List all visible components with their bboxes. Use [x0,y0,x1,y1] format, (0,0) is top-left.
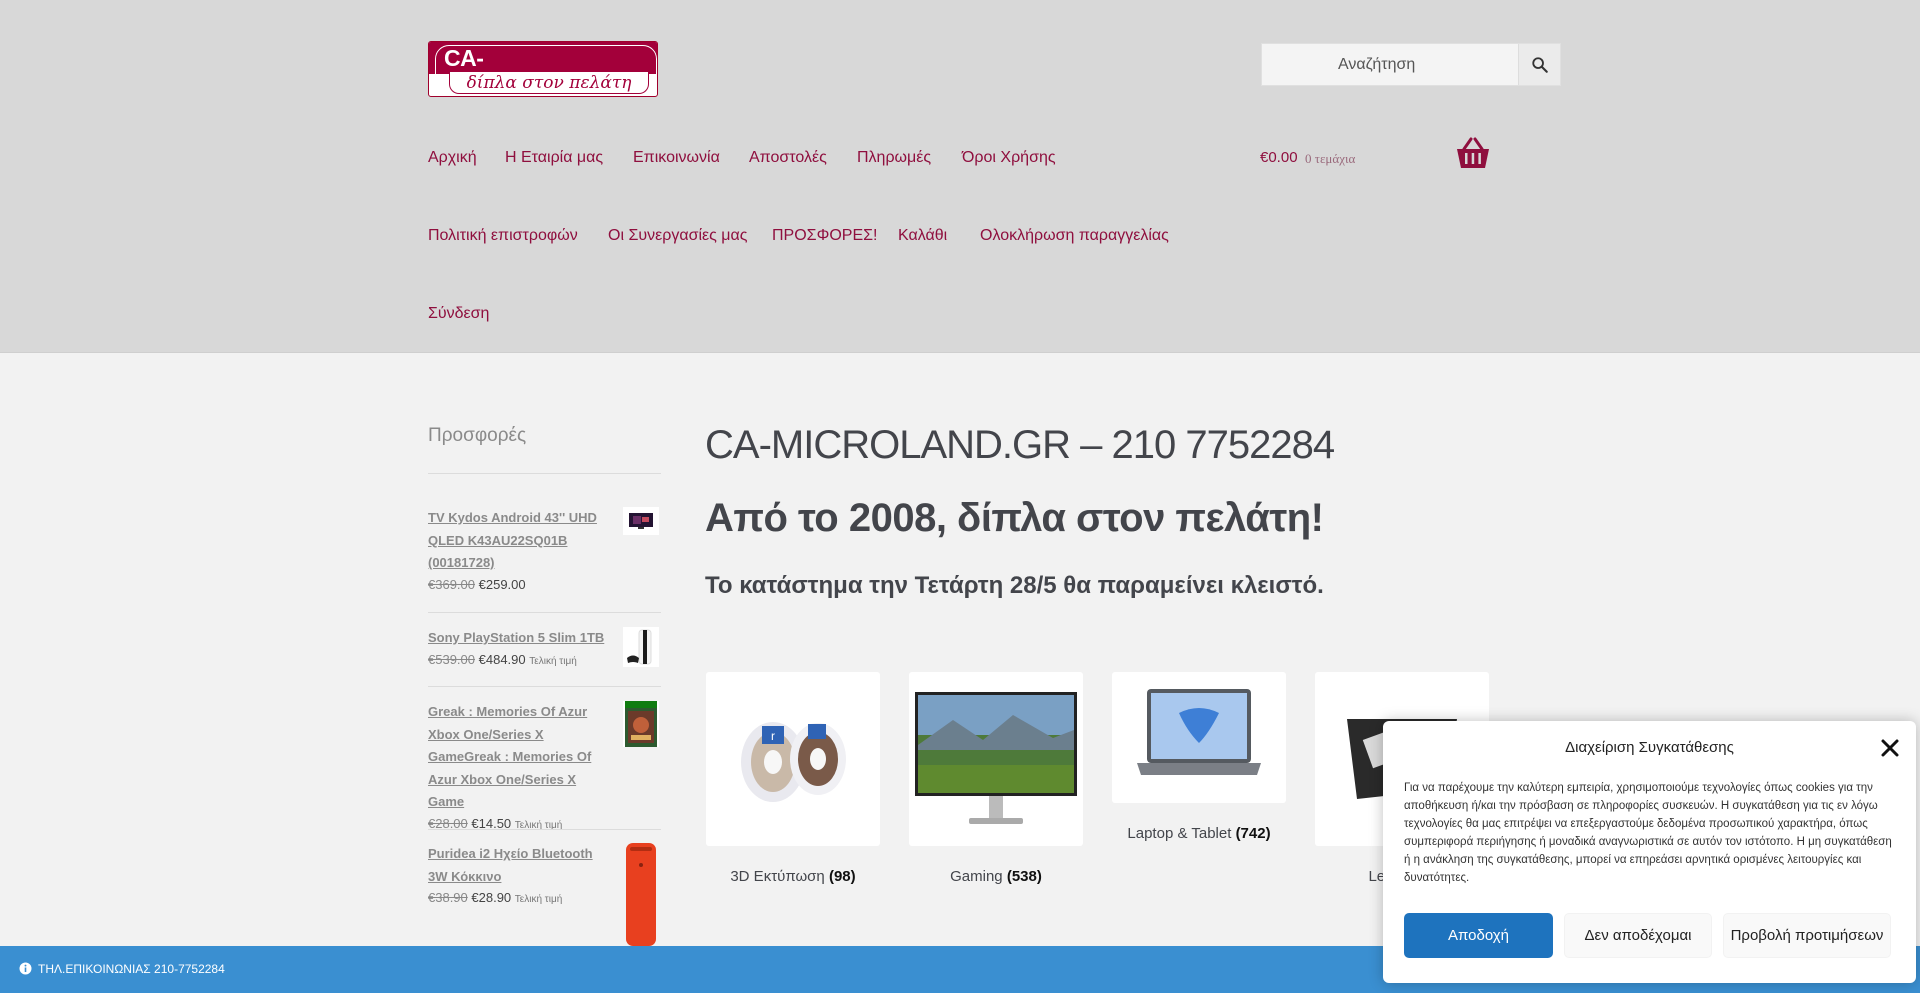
nav-item-contact[interactable]: Επικοινωνία [633,149,720,167]
nav-item-checkout[interactable]: Ολοκλήρωση παραγγελίας [980,227,1169,245]
store-closed-notice: Το κατάστημα την Τετάρτη 28/5 θα παραμεί… [705,572,1324,599]
product-link[interactable]: Greak : Memories Of Azur Xbox One/Series… [428,701,608,814]
category-gaming[interactable]: Gaming (538) [909,672,1083,885]
offer-product-2: Sony PlayStation 5 Slim 1TB €539.00 €484… [428,627,661,667]
cart-count: 0 τεμάχια [1305,151,1356,166]
ps5-thumbnail[interactable] [623,627,659,667]
svg-text:r: r [771,729,775,743]
product-link[interactable]: Sony PlayStation 5 Slim 1TB [428,627,608,650]
basket-icon [1457,137,1489,168]
product-link[interactable]: TV Kydos Android 43'' UHD QLED K43AU22SQ… [428,507,608,575]
nav-item-payments[interactable]: Πληρωμές [857,149,931,167]
category-image [909,672,1083,846]
site-logo[interactable]: CA-MICROLAND.GR δίπλα στον πελάτη [428,41,658,97]
category-label: 3D Εκτύπωση (98) [730,868,856,885]
search-icon [1531,56,1548,73]
category-image [1112,672,1286,803]
product-divider [428,686,661,687]
nav-item-shipping[interactable]: Αποστολές [749,149,827,167]
nav-item-login[interactable]: Σύνδεση [428,305,489,323]
product-divider [428,612,661,613]
offer-product-4: Puridea i2 Ηχείο Bluetooth 3W Κόκκινο €3… [428,843,661,946]
product-divider [428,829,661,830]
page-subtitle: Από το 2008, δίπλα στον πελάτη! [705,496,1324,540]
cookie-consent-dialog: Διαχείριση Συγκατάθεσης Για να παρέχουμε… [1383,721,1916,983]
info-icon [19,962,32,975]
consent-text: Για να παρέχουμε την καλύτερη εμπειρία, … [1404,782,1892,884]
offer-product-1: TV Kydos Android 43'' UHD QLED K43AU22SQ… [428,507,661,592]
nav-item-cart[interactable]: Καλάθι [898,227,947,245]
product-link[interactable]: Puridea i2 Ηχείο Bluetooth 3W Κόκκινο [428,843,608,888]
category-3d-printing[interactable]: r 3D Εκτύπωση (98) [706,672,880,885]
nav-item-terms[interactable]: Όροι Χρήσης [962,149,1056,167]
nav-item-company[interactable]: Η Εταιρία μας [505,149,603,167]
category-label: Laptop & Tablet (742) [1127,825,1271,842]
nav-item-offers[interactable]: ΠΡΟΣΦΟΡΕΣ! [772,227,877,245]
search-button[interactable] [1518,44,1560,85]
search-form [1261,43,1561,86]
logo-tagline: δίπλα στον πελάτη [449,72,649,94]
deny-button[interactable]: Δεν αποδέχομαι [1564,913,1712,958]
category-laptop-tablet[interactable]: Laptop & Tablet (742) [1112,672,1286,842]
offers-widget-title: Προσφορές [428,425,527,446]
accept-button[interactable]: Αποδοχή [1404,913,1553,958]
speaker-thumbnail[interactable] [623,843,659,946]
site-header: CA-MICROLAND.GR δίπλα στον πελάτη Αρχική… [0,0,1920,353]
product-price: €369.00 €259.00 [428,576,526,592]
nav-item-partners[interactable]: Οι Συνεργασίες μας [608,227,747,245]
close-icon[interactable] [1880,738,1900,758]
game-cover-thumbnail[interactable] [623,701,659,747]
search-input[interactable] [1262,44,1519,85]
nav-item-home[interactable]: Αρχική [428,149,477,167]
store-notice-text: ΤΗΛ.ΕΠΙΚΟΙΝΩΝΙΑΣ 210-7752284 [38,962,225,976]
view-preferences-button[interactable]: Προβολή προτιμήσεων [1723,913,1891,958]
tv-thumbnail[interactable] [623,507,659,535]
header-cart[interactable]: €0.00 0 τεμάχια [1260,137,1530,187]
nav-item-returns[interactable]: Πολιτική επιστροφών [428,227,578,245]
widget-divider [428,473,661,474]
consent-title: Διαχείριση Συγκατάθεσης [1565,739,1734,756]
category-label: Gaming (538) [950,868,1042,885]
category-image: r [706,672,880,846]
page-title: CA-MICROLAND.GR – 210 7752284 [705,423,1335,467]
cart-total: €0.00 [1260,149,1298,166]
offer-product-3: Greak : Memories Of Azur Xbox One/Series… [428,701,661,831]
